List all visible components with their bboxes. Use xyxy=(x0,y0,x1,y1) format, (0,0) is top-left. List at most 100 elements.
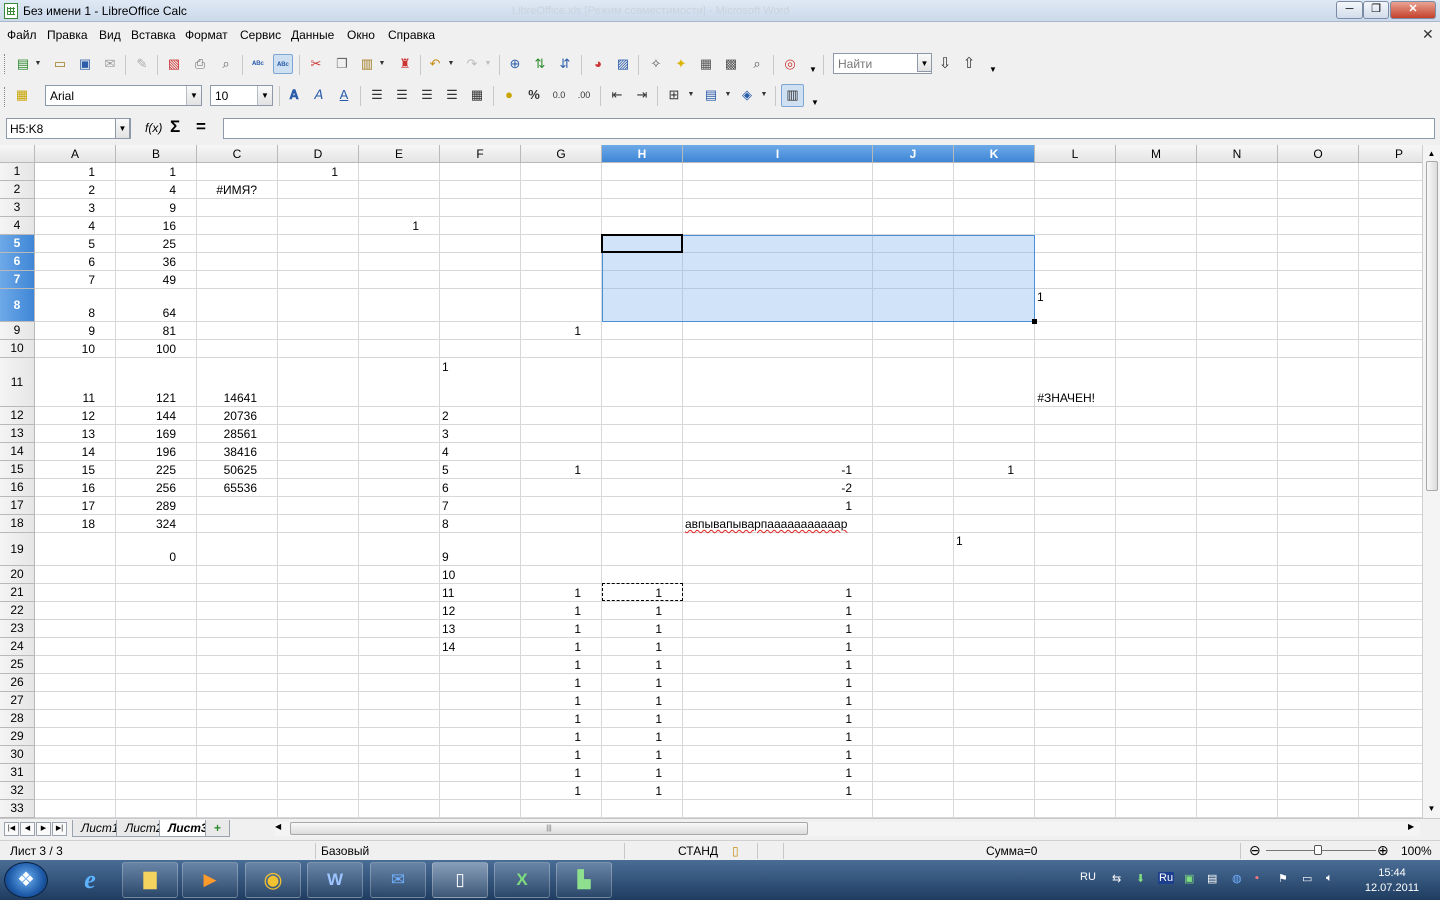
cell-b9[interactable]: 81 xyxy=(163,324,176,338)
cell-b17[interactable]: 289 xyxy=(156,499,176,513)
column-header-p[interactable]: P xyxy=(1359,145,1422,163)
menu-help[interactable]: Справка xyxy=(388,28,435,42)
row-header-13[interactable]: 13 xyxy=(0,425,35,443)
cell-a17[interactable]: 17 xyxy=(82,499,95,513)
styles-window-icon[interactable]: ▩ xyxy=(721,54,741,74)
column-header-b[interactable]: B xyxy=(116,145,197,163)
scroll-up-icon[interactable]: ▲ xyxy=(1423,147,1440,161)
row-header-26[interactable]: 26 xyxy=(0,674,35,692)
cell-c12[interactable]: 20736 xyxy=(224,409,257,423)
grid-lines-icon[interactable]: ▥ xyxy=(781,84,804,107)
insert-mode[interactable]: СТАНД xyxy=(678,844,718,858)
menu-file[interactable]: Файл xyxy=(7,28,37,42)
undo-dropdown-icon[interactable]: ▼ xyxy=(446,54,456,74)
insert-pivot-icon[interactable]: ▨ xyxy=(613,54,633,74)
menu-format[interactable]: Формат xyxy=(185,28,228,42)
row-header-2[interactable]: 2 xyxy=(0,181,35,199)
redo-icon[interactable]: ↷ xyxy=(462,54,482,74)
merge-cells-icon[interactable]: ▦ xyxy=(467,85,487,105)
cell-i16[interactable]: -2 xyxy=(841,481,852,495)
tray-skype-icon[interactable]: ◍ xyxy=(1232,872,1242,885)
cell-b8[interactable]: 64 xyxy=(163,306,176,320)
keyboard-layout-badge[interactable]: Ru xyxy=(1158,872,1175,884)
clock[interactable]: 15:44 12.07.2011 xyxy=(1352,866,1432,896)
tray-security-icon[interactable]: ▪ xyxy=(1255,872,1259,884)
cell-c15[interactable]: 50625 xyxy=(224,463,257,477)
bg-color-dropdown-icon[interactable]: ▼ xyxy=(759,85,769,105)
close-button[interactable]: ✕ xyxy=(1390,1,1436,19)
column-header-f[interactable]: F xyxy=(440,145,521,163)
cell-b7[interactable]: 49 xyxy=(163,273,176,287)
cell-b5[interactable]: 25 xyxy=(163,237,176,251)
toolbar-grip[interactable] xyxy=(4,87,7,107)
spellcheck-icon[interactable]: ᴬᴮᶜ xyxy=(248,54,268,74)
row-header-4[interactable]: 4 xyxy=(0,217,35,235)
number-format-icon[interactable]: 0.0 xyxy=(549,85,569,105)
clone-format-icon[interactable]: ♜ xyxy=(395,54,415,74)
column-header-o[interactable]: O xyxy=(1278,145,1359,163)
toolbar-grip[interactable] xyxy=(4,54,7,74)
find-toolbar-overflow-icon[interactable]: ▼ xyxy=(988,48,998,78)
cell-b3[interactable]: 9 xyxy=(169,201,176,215)
scroll-right-icon[interactable]: ▶ xyxy=(1408,822,1414,831)
language-indicator[interactable]: RU xyxy=(1080,871,1096,883)
column-header-h[interactable]: H xyxy=(602,145,683,163)
cell-f18[interactable]: 8 xyxy=(442,517,449,531)
cell-i30[interactable]: 1 xyxy=(845,748,852,762)
fill-handle[interactable] xyxy=(1032,319,1037,324)
cell-f12[interactable]: 2 xyxy=(442,409,449,423)
row-header-28[interactable]: 28 xyxy=(0,710,35,728)
close-document-button[interactable]: ✕ xyxy=(1422,26,1434,43)
excel-icon[interactable]: X xyxy=(494,862,550,898)
cell-a4[interactable]: 4 xyxy=(88,219,95,233)
cell-g30[interactable]: 1 xyxy=(574,748,581,762)
minimize-button[interactable]: ─ xyxy=(1336,1,1363,19)
cell-a8[interactable]: 8 xyxy=(88,306,95,320)
increase-indent-icon[interactable]: ⇥ xyxy=(632,85,652,105)
horizontal-scrollbar[interactable]: ◀ ||| ▶ xyxy=(275,822,1420,836)
zoom-icon[interactable]: ⌕ xyxy=(747,54,767,74)
new-dropdown-icon[interactable]: ▼ xyxy=(33,54,43,74)
first-sheet-icon[interactable]: |◀ xyxy=(4,822,19,836)
add-decimal-icon[interactable]: .00 xyxy=(574,85,594,105)
save-icon[interactable]: ▣ xyxy=(75,54,95,74)
align-right-icon[interactable]: ☰ xyxy=(417,85,437,105)
menu-insert[interactable]: Вставка xyxy=(131,28,176,42)
cell-f22[interactable]: 12 xyxy=(442,604,455,618)
cell-f17[interactable]: 7 xyxy=(442,499,449,513)
explorer-icon[interactable]: ▇ xyxy=(122,862,178,898)
cell-h32[interactable]: 1 xyxy=(655,784,662,798)
new-icon[interactable]: ▤ xyxy=(13,54,33,74)
borders-dropdown-icon[interactable]: ▼ xyxy=(686,85,696,105)
cell-i28[interactable]: 1 xyxy=(845,712,852,726)
cell-g9[interactable]: 1 xyxy=(574,324,581,338)
italic-icon[interactable]: 𝘈 xyxy=(309,85,329,105)
next-sheet-icon[interactable]: ▶ xyxy=(36,822,51,836)
cell-c13[interactable]: 28561 xyxy=(224,427,257,441)
undo-icon[interactable]: ↶ xyxy=(425,54,445,74)
row-header-31[interactable]: 31 xyxy=(0,764,35,782)
cell-h21[interactable]: 1 xyxy=(655,586,662,600)
row-header-14[interactable]: 14 xyxy=(0,443,35,461)
cell-f14[interactable]: 4 xyxy=(442,445,449,459)
cell-b15[interactable]: 225 xyxy=(156,463,176,477)
scroll-down-icon[interactable]: ▼ xyxy=(1423,802,1440,816)
row-header-25[interactable]: 25 xyxy=(0,656,35,674)
cell-a15[interactable]: 15 xyxy=(82,463,95,477)
row-header-27[interactable]: 27 xyxy=(0,692,35,710)
row-header-30[interactable]: 30 xyxy=(0,746,35,764)
cell-i17[interactable]: 1 xyxy=(845,499,852,513)
row-header-23[interactable]: 23 xyxy=(0,620,35,638)
cell-i25[interactable]: 1 xyxy=(845,658,852,672)
cell-a10[interactable]: 10 xyxy=(82,342,95,356)
zoom-in-icon[interactable]: ⊕ xyxy=(1377,842,1389,859)
cell-b12[interactable]: 144 xyxy=(156,409,176,423)
row-header-29[interactable]: 29 xyxy=(0,728,35,746)
cell-a5[interactable]: 5 xyxy=(88,237,95,251)
cell-f19[interactable]: 9 xyxy=(442,550,449,564)
zoom-slider-knob[interactable] xyxy=(1314,845,1322,855)
cell-i31[interactable]: 1 xyxy=(845,766,852,780)
cell-f21[interactable]: 11 xyxy=(442,586,454,600)
download-icon[interactable]: ⬇ xyxy=(1136,872,1145,885)
autospellcheck-icon[interactable]: ᴬᴮᶜ xyxy=(273,54,293,74)
